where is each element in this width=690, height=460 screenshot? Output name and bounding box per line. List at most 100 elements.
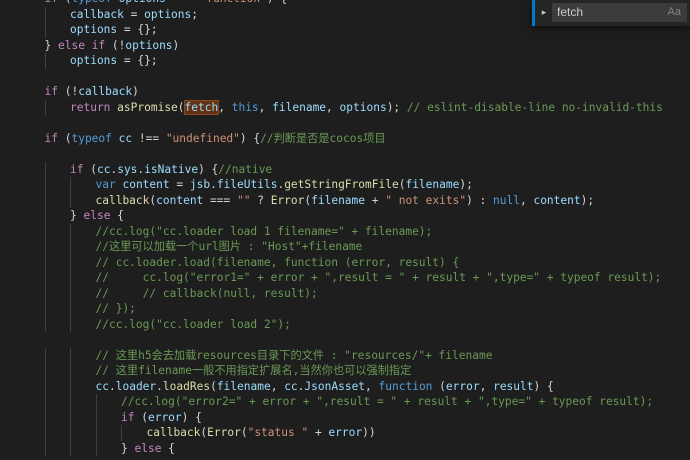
code-token: + — [308, 426, 329, 439]
code-line-content: } else { — [121, 441, 175, 457]
code-line[interactable]: //cc.log("cc.loader load 1 filename=" + … — [0, 223, 690, 239]
code-token: options — [339, 100, 387, 114]
code-token: this — [231, 100, 259, 114]
code-line-content: // // callback(null, result); — [96, 286, 318, 302]
code-editor[interactable]: if (typeof options === "function") {call… — [0, 0, 690, 460]
code-token: , — [519, 193, 534, 207]
indent-guide — [70, 425, 71, 441]
find-input-value[interactable]: fetch — [557, 3, 583, 22]
code-token: // eslint-disable-line no-invalid-this — [406, 100, 663, 114]
code-token: JsonAsset — [304, 379, 366, 393]
code-token: if — [91, 38, 106, 52]
code-token: (! — [105, 38, 126, 52]
code-token: typeof — [71, 0, 111, 5]
code-token: = — [123, 7, 145, 21]
code-line[interactable]: callback(Error("status " + error)) — [0, 425, 690, 441]
code-token: = — [169, 178, 190, 191]
code-token: // 这里h5会去加载resources目录下的文件 : "resources/… — [95, 348, 493, 362]
indent-guide — [70, 363, 71, 379]
code-line[interactable]: //cc.log("error2=" + error + ",result = … — [0, 394, 690, 410]
indent-guide — [70, 409, 71, 425]
indent-guide — [70, 223, 71, 239]
code-token: else — [134, 441, 162, 455]
code-line[interactable]: //cc.log("cc.loader load 2"); — [0, 316, 690, 332]
code-line[interactable]: //这里可以加载一个url图片 : "Host"+filename — [0, 239, 690, 255]
code-line[interactable]: if (error) { — [0, 409, 690, 425]
code-token: Error — [207, 426, 241, 439]
code-token: fileUtils — [216, 178, 278, 191]
code-token: //cc.log("error2=" + error + ",result = … — [121, 395, 654, 408]
code-token: !== — [132, 131, 166, 145]
code-token: ( — [58, 0, 72, 5]
find-input[interactable]: fetch Aa — [552, 3, 687, 22]
code-line-content: //这里可以加载一个url图片 : "Host"+filename — [96, 239, 363, 255]
code-token: ( — [432, 379, 446, 393]
indent-guide — [70, 301, 71, 317]
code-token: options — [70, 54, 118, 67]
code-token: cc — [118, 131, 133, 145]
code-token: ( — [134, 410, 148, 424]
code-token: callback — [78, 85, 133, 98]
code-token: error — [147, 410, 182, 424]
code-line[interactable]: } else { — [0, 208, 690, 224]
match-case-toggle[interactable]: Aa — [668, 3, 681, 22]
indent-guide — [95, 425, 97, 441]
code-token: . — [210, 178, 217, 191]
code-token: // 这里filename一般不用指定扩展名,当然你也可以强制指定 — [95, 364, 412, 377]
indent-guide — [44, 177, 46, 193]
indent-guide — [44, 270, 46, 286]
code-line[interactable]: // 这里h5会去加载resources目录下的文件 : "resources/… — [0, 347, 690, 364]
code-token: + — [365, 193, 386, 207]
code-line[interactable]: options = {}; — [0, 53, 690, 69]
code-line-content: } else if (!options) — [45, 38, 180, 54]
code-line[interactable]: cc.loader.loadRes(filename, cc.JsonAsset… — [0, 378, 690, 394]
code-area[interactable]: if (typeof options === "function") {call… — [0, 0, 690, 456]
code-token: isNative — [144, 162, 199, 176]
code-line[interactable]: // cc.log("error1=" + error + ",result =… — [0, 270, 690, 286]
code-line[interactable]: } else if (!options) — [0, 38, 690, 54]
find-match-highlight: fetch — [183, 99, 220, 115]
code-token: " not exits" — [385, 193, 467, 207]
code-line-content: options = {}; — [70, 22, 158, 38]
code-token: "function" — [199, 0, 266, 5]
code-line[interactable]: return asPromise(fetch, this, filename, … — [0, 99, 690, 116]
code-line[interactable] — [0, 115, 690, 131]
code-line[interactable]: // }); — [0, 301, 690, 317]
code-line[interactable]: var content = jsb.fileUtils.getStringFro… — [0, 177, 690, 193]
indent-guide — [70, 347, 71, 363]
code-line-content: if (typeof cc !== "undefined") {//判断是否是c… — [45, 131, 386, 147]
code-token: else — [57, 38, 85, 52]
code-token: cc — [284, 379, 298, 393]
code-line-content: // 这里h5会去加载resources目录下的文件 : "resources/… — [96, 348, 493, 364]
code-token: content — [122, 178, 170, 191]
code-line[interactable] — [0, 332, 690, 348]
code-token: sys — [117, 162, 138, 176]
code-token: filename — [405, 178, 460, 191]
code-line[interactable]: // // callback(null, result); — [0, 285, 690, 302]
code-token: // cc.log("error1=" + error + ",result =… — [95, 271, 662, 284]
code-line[interactable] — [0, 69, 690, 85]
code-line[interactable]: if (!callback) — [0, 84, 690, 100]
code-line[interactable]: if (cc.sys.isNative) {//native — [0, 161, 690, 177]
chevron-right-icon[interactable]: ▸ — [537, 5, 551, 21]
code-token: options — [125, 38, 173, 52]
indent-guide — [44, 53, 46, 69]
code-token: else — [83, 209, 111, 222]
code-line[interactable]: if (typeof cc !== "undefined") {//判断是否是c… — [0, 131, 690, 147]
code-token: , — [258, 100, 273, 114]
code-line[interactable]: } else { — [0, 440, 690, 457]
code-line-content: return asPromise(fetch, this, filename, … — [70, 99, 663, 116]
code-line[interactable]: // 这里filename一般不用指定扩展名,当然你也可以强制指定 — [0, 363, 690, 379]
indent-guide — [70, 316, 71, 332]
code-token: cc — [96, 162, 111, 176]
code-token: var — [95, 178, 116, 191]
code-token: === — [166, 0, 200, 5]
code-line[interactable]: // cc.loader.load(filename, function (er… — [0, 254, 690, 270]
code-token: content — [533, 193, 581, 207]
code-line[interactable]: callback(content === "" ? Error(filename… — [0, 192, 690, 208]
code-line[interactable] — [0, 146, 690, 162]
code-token: if — [44, 131, 58, 145]
indent-guide — [70, 285, 71, 301]
